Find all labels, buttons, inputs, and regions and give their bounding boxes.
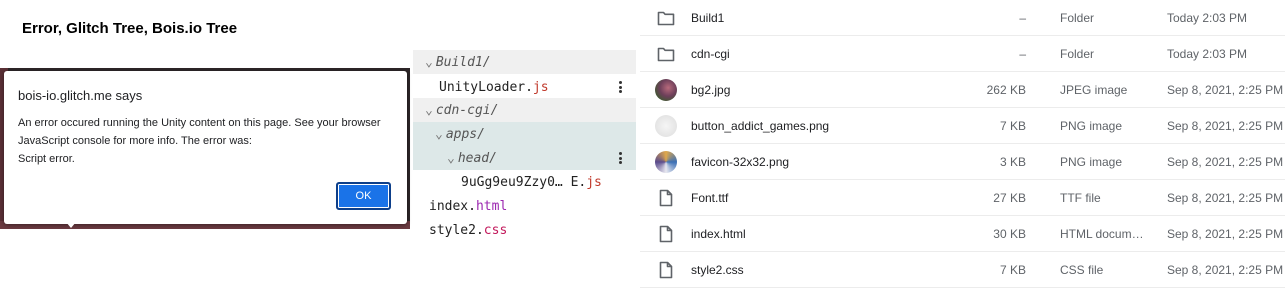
more-options-icon[interactable] <box>618 152 622 164</box>
file-icon <box>655 223 677 245</box>
chevron-down-icon: ⌄ <box>425 54 433 70</box>
file-extension: html <box>475 198 508 214</box>
file-extension: js <box>586 174 602 190</box>
file-modified: Sep 8, 2021, 2:25 PM <box>1167 263 1284 277</box>
alert-message-line: An error occured running the Unity conte… <box>18 117 381 129</box>
tree-folder-head[interactable]: ⌄ head/ <box>413 146 636 170</box>
file-row[interactable]: bg2.jpg 262 KB JPEG image Sep 8, 2021, 2… <box>640 72 1285 108</box>
file-row[interactable]: style2.css 7 KB CSS file Sep 8, 2021, 2:… <box>640 252 1285 288</box>
file-modified: Sep 8, 2021, 2:25 PM <box>1167 155 1284 169</box>
file-row[interactable]: favicon-32x32.png 3 KB PNG image Sep 8, … <box>640 144 1285 180</box>
file-modified: Sep 8, 2021, 2:25 PM <box>1167 83 1284 97</box>
file-name: bg2.jpg <box>691 83 731 97</box>
page-title: Error, Glitch Tree, Bois.io Tree <box>22 20 238 37</box>
alert-title: bois-io.glitch.me says <box>18 88 143 103</box>
file-icon <box>655 187 677 209</box>
tree-file-head-js[interactable]: 9uGg9eu9Zzy0… E.js <box>413 170 636 194</box>
file-row[interactable]: Font.ttf 27 KB TTF file Sep 8, 2021, 2:2… <box>640 180 1285 216</box>
folder-label: Build1/ <box>435 54 491 70</box>
file-name: index.html <box>691 227 746 241</box>
alert-message-line: JavaScript console for more info. The er… <box>18 135 252 147</box>
file-name: cdn-cgi <box>691 47 730 61</box>
file-type: PNG image <box>1060 155 1123 169</box>
folder-label: apps/ <box>445 126 485 142</box>
file-label: 9uGg9eu9Zzy0… E. <box>461 174 587 190</box>
file-size: 27 KB <box>993 191 1026 205</box>
file-name: Font.ttf <box>691 191 729 205</box>
file-type: HTML docum… <box>1060 227 1144 241</box>
tree-folder-cdn-cgi[interactable]: ⌄ cdn-cgi/ <box>413 98 636 122</box>
image-thumbnail-icon <box>655 151 677 173</box>
file-label: UnityLoader. <box>439 79 533 95</box>
tree-file-unityloader[interactable]: UnityLoader.js <box>413 75 636 99</box>
tree-file-style2[interactable]: style2.css <box>413 218 636 242</box>
file-size: 262 KB <box>986 83 1026 97</box>
file-type: TTF file <box>1060 191 1101 205</box>
file-type: Folder <box>1060 47 1095 61</box>
file-modified: Today 2:03 PM <box>1167 11 1248 25</box>
image-thumbnail-icon <box>655 115 677 137</box>
tree-folder-build1[interactable]: ⌄ Build1/ <box>413 50 636 74</box>
folder-icon <box>655 7 677 29</box>
file-name: Build1 <box>691 11 725 25</box>
image-thumbnail-icon <box>655 79 677 101</box>
file-name: button_addict_games.png <box>691 119 830 133</box>
file-row[interactable]: index.html 30 KB HTML docum… Sep 8, 2021… <box>640 216 1285 252</box>
file-size: 7 KB <box>999 263 1026 277</box>
file-extension: js <box>532 79 549 95</box>
file-modified: Sep 8, 2021, 2:25 PM <box>1167 119 1284 133</box>
alert-message: An error occured running the Unity conte… <box>18 114 398 168</box>
tree-file-index[interactable]: index.html <box>413 194 636 218</box>
file-label: style2. <box>429 222 484 238</box>
file-modified: Sep 8, 2021, 2:25 PM <box>1167 227 1284 241</box>
tree-folder-apps[interactable]: ⌄ apps/ <box>413 122 636 146</box>
file-type: JPEG image <box>1060 83 1128 97</box>
file-extension: css <box>483 222 508 238</box>
file-row[interactable]: cdn-cgi – Folder Today 2:03 PM <box>640 36 1285 72</box>
file-row[interactable]: Build1 – Folder Today 2:03 PM <box>640 0 1285 36</box>
folder-icon <box>655 43 677 65</box>
more-options-icon[interactable] <box>618 81 622 93</box>
chevron-down-icon: ⌄ <box>435 126 443 142</box>
folder-label: cdn-cgi/ <box>435 102 499 118</box>
file-name: favicon-32x32.png <box>691 155 790 169</box>
file-size: 7 KB <box>999 119 1026 133</box>
file-row[interactable]: button_addict_games.png 7 KB PNG image S… <box>640 108 1285 144</box>
file-type: CSS file <box>1060 263 1104 277</box>
alert-message-line: Script error. <box>18 153 75 165</box>
file-name: style2.css <box>691 263 744 277</box>
ok-button[interactable]: OK <box>336 182 391 210</box>
file-size: 3 KB <box>999 155 1026 169</box>
folder-label: head/ <box>457 150 497 166</box>
file-type: PNG image <box>1060 119 1123 133</box>
file-size: – <box>1019 47 1026 61</box>
alert-dialog: bois-io.glitch.me says An error occured … <box>4 71 407 224</box>
file-list: Build1 – Folder Today 2:03 PM cdn-cgi – … <box>640 0 1285 297</box>
file-modified: Sep 8, 2021, 2:25 PM <box>1167 191 1284 205</box>
file-icon <box>655 259 677 281</box>
glitch-file-tree: ⌄ Build1/ UnityLoader.js ⌄ cdn-cgi/ ⌄ apps/… <box>413 50 636 247</box>
file-size: 30 KB <box>993 227 1026 241</box>
file-size: – <box>1019 11 1026 25</box>
file-type: Folder <box>1060 11 1095 25</box>
file-label: index. <box>429 198 476 214</box>
chevron-down-icon: ⌄ <box>425 102 433 118</box>
chevron-down-icon: ⌄ <box>447 150 455 166</box>
file-modified: Today 2:03 PM <box>1167 47 1248 61</box>
